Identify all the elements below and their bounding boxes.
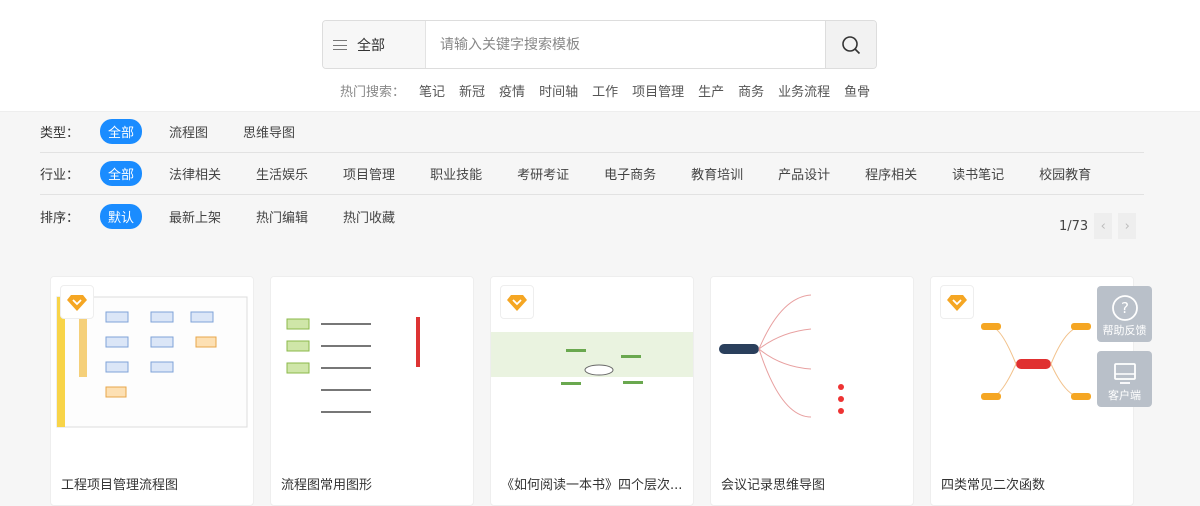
template-title[interactable]: 流程图常用图形	[281, 474, 466, 493]
filter-option[interactable]: 热门收藏	[335, 204, 403, 229]
filter-row: 类型： 全部 流程图 思维导图	[40, 111, 1144, 153]
search-button[interactable]	[825, 21, 876, 68]
filter-option[interactable]: 最新上架	[161, 204, 229, 229]
filter-option[interactable]: 生活娱乐	[248, 161, 316, 186]
hot-item[interactable]: 商务	[738, 81, 764, 100]
filter-option[interactable]: 全部	[100, 119, 143, 144]
filter-option[interactable]: 职业技能	[422, 161, 490, 186]
hot-item[interactable]: 新冠	[459, 81, 485, 100]
hot-item[interactable]: 鱼骨	[844, 81, 870, 100]
hot-item[interactable]: 时间轴	[539, 81, 578, 100]
filter-label: 排序：	[40, 210, 80, 226]
filter-row: 行业： 全部 法律相关 生活娱乐 项目管理 职业技能 考研考证 电子商务 教育培训 产品设计 程序相…	[40, 153, 1144, 195]
hot-searches: 热门搜索： 笔记 新冠 疫情 时间轴 工作 项目管理 生产 商务 业务流程 鱼骨	[340, 81, 870, 100]
header: 全部 热门搜索： 笔记 新冠 疫情 时间轴 工作 项目管理 生产 商务 业务流程…	[0, 0, 1200, 112]
client-download-button[interactable]: 客户端	[1097, 351, 1152, 407]
filter-option[interactable]: 校园教育	[1031, 161, 1099, 186]
template-card[interactable]: 《如何阅读一本书》四个层次...	[490, 276, 694, 506]
hot-item[interactable]: 业务流程	[778, 81, 830, 100]
vip-badge-icon	[60, 285, 94, 319]
filter-option[interactable]: 产品设计	[770, 161, 838, 186]
filter-label: 行业：	[40, 168, 80, 183]
filter-option[interactable]: 电子商务	[596, 161, 664, 186]
filter-option[interactable]: 教育培训	[683, 161, 751, 186]
template-card[interactable]: 工程项目管理流程图	[50, 276, 254, 506]
template-title[interactable]: 《如何阅读一本书》四个层次...	[501, 474, 686, 493]
filter-option[interactable]: 流程图	[161, 119, 216, 144]
category-select[interactable]: 全部	[323, 21, 426, 68]
filter-option[interactable]: 思维导图	[235, 119, 303, 144]
prev-page-button[interactable]: ‹	[1094, 213, 1113, 239]
filter-option[interactable]: 法律相关	[161, 161, 229, 186]
question-icon: ?	[1111, 295, 1138, 321]
hot-item[interactable]: 项目管理	[632, 81, 684, 100]
client-label: 客户端	[1108, 389, 1141, 402]
filter-row: 排序： 默认 最新上架 热门编辑 热门收藏	[40, 195, 1144, 237]
next-page-button[interactable]: ›	[1118, 213, 1137, 239]
filter-option[interactable]: 项目管理	[335, 161, 403, 186]
pager: 1/73 ‹ ›	[1059, 213, 1137, 239]
page-indicator: 1/73	[1059, 218, 1089, 234]
filter-option[interactable]: 全部	[100, 161, 143, 186]
template-card[interactable]: 流程图常用图形	[270, 276, 474, 506]
template-title[interactable]: 四类常见二次函数	[941, 474, 1126, 493]
hot-item[interactable]: 工作	[592, 81, 618, 100]
vip-badge-icon	[500, 285, 534, 319]
hot-item[interactable]: 笔记	[419, 81, 445, 100]
filter-option[interactable]: 热门编辑	[248, 204, 316, 229]
search-input[interactable]	[426, 21, 825, 68]
hot-item[interactable]: 疫情	[499, 81, 525, 100]
search-icon	[842, 35, 861, 54]
menu-icon	[333, 39, 347, 50]
filter-option[interactable]: 读书笔记	[944, 161, 1012, 186]
category-label: 全部	[357, 37, 385, 54]
vip-badge-icon	[940, 285, 974, 319]
template-title[interactable]: 会议记录思维导图	[721, 474, 906, 493]
hot-item[interactable]: 生产	[698, 81, 724, 100]
svg-text:?: ?	[1121, 299, 1129, 317]
help-label: 帮助反馈	[1102, 324, 1147, 337]
filter-option[interactable]: 默认	[100, 203, 143, 229]
template-thumbnail[interactable]	[271, 277, 473, 461]
filter-label: 类型：	[40, 126, 80, 141]
filter-option[interactable]: 考研考证	[509, 161, 577, 186]
help-feedback-button[interactable]: ? 帮助反馈	[1097, 286, 1152, 342]
hot-label: 热门搜索：	[340, 85, 406, 100]
template-title[interactable]: 工程项目管理流程图	[61, 474, 246, 493]
search-bar: 全部	[322, 20, 877, 69]
template-thumbnail[interactable]	[711, 277, 913, 461]
monitor-icon	[1113, 363, 1136, 384]
template-card[interactable]: 会议记录思维导图	[710, 276, 914, 506]
filter-option[interactable]: 程序相关	[857, 161, 925, 186]
